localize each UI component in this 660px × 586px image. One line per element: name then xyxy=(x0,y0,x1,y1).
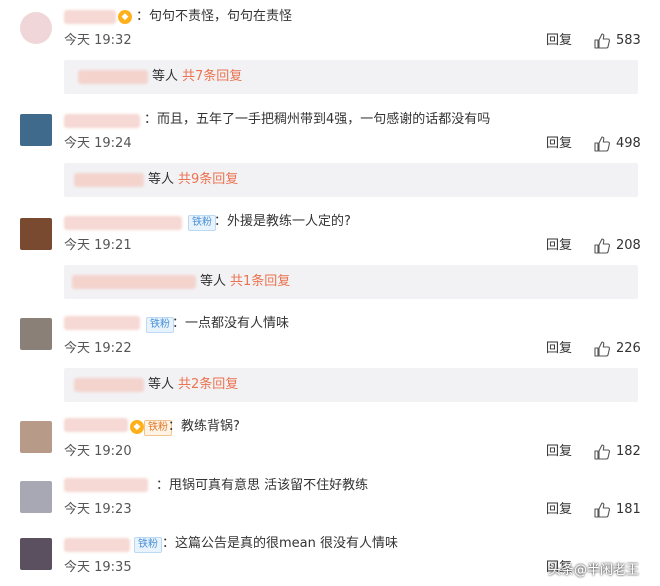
watermark: 头条@半闲老王 xyxy=(548,563,640,578)
vip-crown-icon: ◆ xyxy=(130,420,144,434)
reply-summary[interactable]: 等人 共9条回复 xyxy=(64,163,638,197)
reply-count-link[interactable]: 共1条回复 xyxy=(230,273,290,291)
comment-time: 今天 19:22 xyxy=(64,341,132,356)
avatar[interactable] xyxy=(20,114,52,146)
reply-button[interactable]: 回复 xyxy=(546,136,572,152)
comment-text: ：这篇公告是真的很mean 很没有人情味 xyxy=(162,536,398,551)
reply-count-link[interactable]: 共2条回复 xyxy=(178,376,238,394)
avatar[interactable] xyxy=(20,218,52,250)
fan-badge: 铁粉 xyxy=(146,317,174,333)
reply-user-blurred xyxy=(74,378,144,392)
comment-text: ：甩锅可真有意思 活该留不住好教练 xyxy=(156,478,369,493)
username-blurred[interactable] xyxy=(64,418,128,432)
thumbs-up-icon[interactable] xyxy=(594,238,610,254)
reply-summary[interactable]: 等人 共2条回复 xyxy=(64,368,638,402)
reply-user-blurred xyxy=(74,173,144,187)
reply-suffix: 等人 xyxy=(148,172,175,187)
comment-text: ：外援是教练一人定的? xyxy=(214,214,351,229)
username-blurred[interactable] xyxy=(64,538,130,552)
username-blurred[interactable] xyxy=(64,478,148,492)
fan-badge: 铁粉 xyxy=(134,537,162,553)
like-count: 226 xyxy=(616,341,641,356)
like-count: 182 xyxy=(616,444,641,459)
vip-crown-icon: ◆ xyxy=(118,10,132,24)
comment-time: 今天 19:23 xyxy=(64,502,132,517)
reply-button[interactable]: 回复 xyxy=(546,238,572,254)
reply-suffix: 等人 xyxy=(200,274,227,289)
comment-time: 今天 19:21 xyxy=(64,238,132,253)
reply-button[interactable]: 回复 xyxy=(546,33,572,49)
like-count: 181 xyxy=(616,502,641,517)
comment-text: ：句句不责怪，句句在责怪 xyxy=(136,9,293,24)
avatar[interactable] xyxy=(20,12,52,44)
comment-time: 今天 19:35 xyxy=(64,560,132,575)
comment-text: ：教练背锅? xyxy=(168,419,240,434)
thumbs-up-icon[interactable] xyxy=(594,136,610,152)
reply-suffix: 等人 xyxy=(152,69,179,84)
reply-user-blurred xyxy=(72,275,196,289)
comment-text: ：而且，五年了一手把稠州带到4强，一句感谢的话都没有吗 xyxy=(144,112,491,127)
comment-time: 今天 19:20 xyxy=(64,444,132,459)
reply-button[interactable]: 回复 xyxy=(546,502,572,518)
comment-time: 今天 19:32 xyxy=(64,33,132,48)
reply-count-link[interactable]: 共9条回复 xyxy=(178,171,238,189)
thumbs-up-icon[interactable] xyxy=(594,502,610,518)
reply-summary[interactable]: 等人 共1条回复 xyxy=(64,265,638,299)
username-blurred[interactable] xyxy=(64,114,140,128)
fan-badge: 铁粉 xyxy=(188,215,216,231)
comment-text: ：一点都没有人情味 xyxy=(172,316,290,331)
like-count: 583 xyxy=(616,33,641,48)
reply-user-blurred xyxy=(78,70,148,84)
username-blurred[interactable] xyxy=(64,316,140,330)
username-blurred[interactable] xyxy=(64,216,182,230)
avatar[interactable] xyxy=(20,318,52,350)
avatar[interactable] xyxy=(20,538,52,570)
thumbs-up-icon[interactable] xyxy=(594,341,610,357)
like-count: 498 xyxy=(616,136,641,151)
comment-time: 今天 19:24 xyxy=(64,136,132,151)
avatar[interactable] xyxy=(20,481,52,513)
reply-button[interactable]: 回复 xyxy=(546,444,572,460)
thumbs-up-icon[interactable] xyxy=(594,444,610,460)
like-count: 208 xyxy=(616,238,641,253)
reply-summary[interactable]: 等人 共7条回复 xyxy=(64,60,638,94)
reply-button[interactable]: 回复 xyxy=(546,341,572,357)
reply-suffix: 等人 xyxy=(148,377,175,392)
username-blurred[interactable] xyxy=(64,10,116,24)
thumbs-up-icon[interactable] xyxy=(594,33,610,49)
avatar[interactable] xyxy=(20,421,52,453)
reply-count-link[interactable]: 共7条回复 xyxy=(182,68,242,86)
